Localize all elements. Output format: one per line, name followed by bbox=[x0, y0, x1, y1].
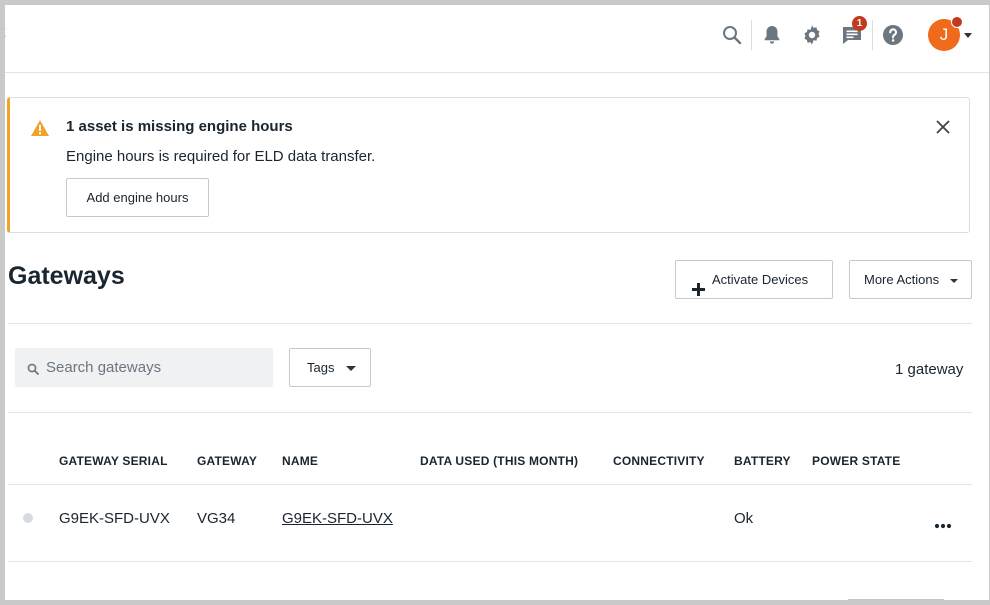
column-header-name[interactable]: NAME bbox=[282, 454, 318, 468]
alert-title: 1 asset is missing engine hours bbox=[66, 118, 293, 135]
gateway-serial-cell: G9EK-SFD-UVX bbox=[59, 510, 170, 527]
column-header-gateway-serial[interactable]: GATEWAY SERIAL bbox=[59, 454, 168, 468]
search-icon[interactable] bbox=[720, 23, 744, 47]
notification-badge: 1 bbox=[852, 16, 867, 31]
missing-engine-hours-alert: 1 asset is missing engine hours Engine h… bbox=[7, 97, 970, 233]
search-box[interactable] bbox=[15, 348, 273, 387]
avatar-status-dot bbox=[951, 16, 963, 28]
gateway-name-cell: G9EK-SFD-UVX bbox=[282, 510, 393, 527]
divider bbox=[8, 561, 972, 562]
column-header-power-state[interactable]: POWER STATE bbox=[812, 454, 900, 468]
search-icon bbox=[27, 362, 39, 380]
search-input[interactable] bbox=[46, 348, 266, 387]
warning-icon bbox=[30, 119, 50, 142]
divider bbox=[872, 20, 873, 50]
pagination-edge bbox=[848, 599, 944, 600]
column-header-battery[interactable]: BATTERY bbox=[734, 454, 791, 468]
more-actions-label: More Actions bbox=[864, 272, 940, 287]
divider bbox=[8, 484, 972, 485]
page-title: Gateways bbox=[8, 262, 125, 290]
alert-message: Engine hours is required for ELD data tr… bbox=[66, 148, 376, 165]
gateway-model-cell: VG34 bbox=[197, 510, 236, 527]
column-header-gateway[interactable]: GATEWAY bbox=[197, 454, 257, 468]
divider bbox=[751, 20, 752, 50]
gateway-name-link[interactable]: G9EK-SFD-UVX bbox=[282, 510, 393, 527]
plus-icon bbox=[692, 273, 705, 310]
help-icon[interactable] bbox=[881, 23, 905, 47]
tags-filter-button[interactable]: Tags bbox=[289, 348, 371, 387]
status-dot bbox=[23, 513, 33, 523]
tags-label: Tags bbox=[307, 360, 335, 375]
more-options-icon[interactable] bbox=[934, 516, 952, 534]
divider bbox=[8, 323, 972, 324]
top-bar: t 1 J bbox=[5, 5, 989, 73]
add-engine-hours-button[interactable]: Add engine hours bbox=[66, 178, 209, 217]
chevron-down-icon[interactable] bbox=[964, 33, 972, 38]
chevron-down-icon bbox=[346, 366, 356, 371]
chevron-down-icon bbox=[950, 279, 958, 283]
battery-cell: Ok bbox=[734, 510, 754, 527]
gateway-count: 1 gateway bbox=[895, 361, 964, 378]
activate-devices-label: Activate Devices bbox=[712, 272, 809, 287]
gear-icon[interactable] bbox=[800, 23, 824, 47]
close-icon[interactable] bbox=[936, 120, 950, 139]
column-header-connectivity[interactable]: CONNECTIVITY bbox=[613, 454, 705, 468]
more-actions-button[interactable]: More Actions bbox=[849, 260, 972, 299]
bell-icon[interactable] bbox=[760, 23, 784, 47]
divider bbox=[8, 412, 972, 413]
activate-devices-button[interactable]: Activate Devices bbox=[675, 260, 833, 299]
app-frame: t 1 J 1 asset is missing engine hours En… bbox=[5, 5, 989, 600]
column-header-data-used[interactable]: DATA USED (THIS MONTH) bbox=[420, 454, 578, 468]
